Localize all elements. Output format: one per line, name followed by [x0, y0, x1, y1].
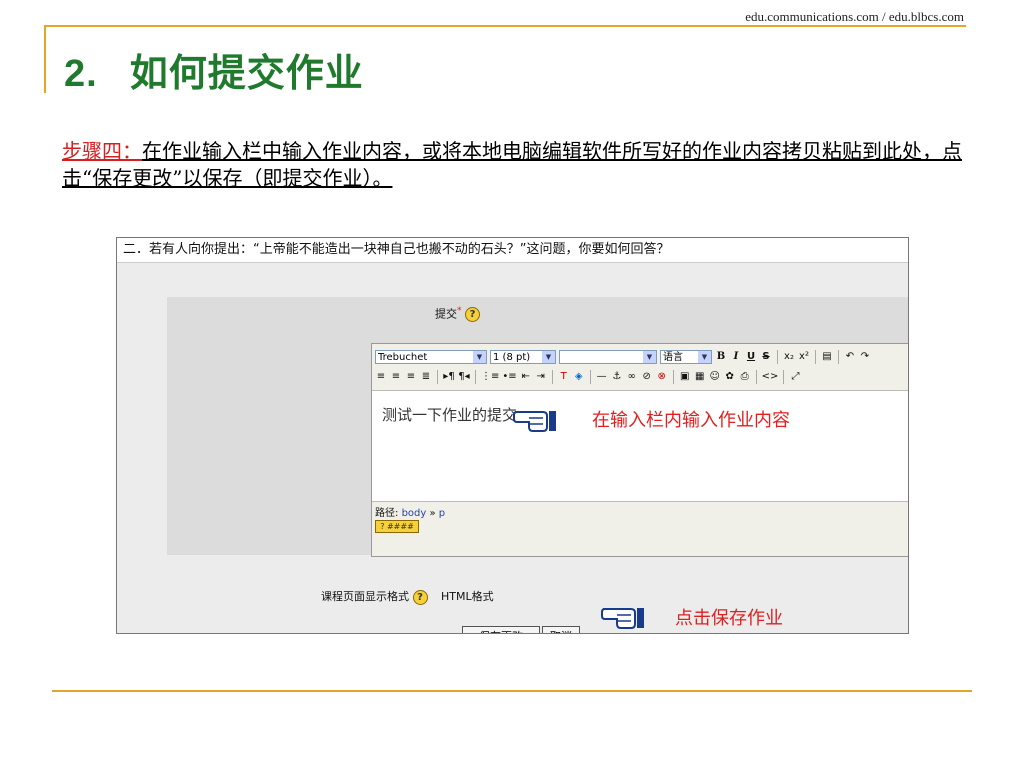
superscript-button[interactable]: x²: [798, 350, 810, 364]
size-select-value: 1 (8 pt): [493, 352, 531, 363]
chevron-down-icon: ▼: [542, 351, 555, 363]
editor-toolbar-row-2: ≡ ≡ ≡ ≣ ▸¶ ¶◂ ⋮≡ •≡ ⇤ ⇥ T ◈ — ⚓ ∞ ⊘ ⊗ ▣ …: [375, 368, 801, 386]
path-body-link[interactable]: body: [402, 508, 427, 519]
fullscreen-icon[interactable]: ⤢: [789, 370, 801, 384]
align-left-icon[interactable]: ≡: [375, 370, 387, 384]
search-replace-icon[interactable]: ⎙: [739, 370, 751, 384]
step-heading: 步骤四：: [62, 139, 142, 163]
footer-rule: [52, 690, 972, 692]
image-icon[interactable]: ▣: [679, 370, 691, 384]
html-editor: Trebuchet ▼ 1 (8 pt) ▼ ▼ 语言 ▼ B I U S x₂ x²…: [371, 343, 908, 557]
format-select[interactable]: ▼: [559, 350, 657, 364]
toolbar-separator: [815, 350, 816, 364]
input-annotation: 在输入栏内输入作业内容: [592, 410, 790, 431]
submit-label-text: 提交: [435, 307, 457, 321]
unordered-list-icon[interactable]: •≡: [502, 370, 516, 384]
bg-color-icon[interactable]: ◈: [573, 370, 585, 384]
underline-button[interactable]: U: [745, 350, 757, 364]
form-band: 提交* ? Trebuchet ▼ 1 (8 pt) ▼ ▼ 语言 ▼ B I U S…: [117, 263, 908, 633]
table-icon[interactable]: ▦: [694, 370, 706, 384]
text-color-icon[interactable]: T: [558, 370, 570, 384]
header-accent-bar: [44, 25, 46, 93]
submit-label: 提交* ?: [435, 305, 481, 323]
assignment-screenshot: 二．若有人向你提出：“上帝能不能造出一块神自己也搬不动的石头？”这问题，你要如何…: [116, 237, 909, 634]
size-select[interactable]: 1 (8 pt) ▼: [490, 350, 556, 364]
special-char-icon[interactable]: ✿: [724, 370, 736, 384]
toolbar-separator: [838, 350, 839, 364]
font-select-value: Trebuchet: [378, 352, 428, 363]
indent-icon[interactable]: ⇥: [535, 370, 547, 384]
clean-word-icon[interactable]: ▤: [821, 350, 833, 364]
chevron-down-icon: ▼: [698, 351, 711, 363]
chevron-down-icon: ▼: [473, 351, 486, 363]
save-button[interactable]: 保存更改: [462, 626, 540, 633]
content-text: 测试一下作业的提交: [382, 406, 518, 424]
save-annotation: 点击保存作业: [675, 608, 783, 629]
strikethrough-button[interactable]: S: [760, 350, 772, 364]
pointing-hand-icon: [513, 411, 556, 432]
outdent-icon[interactable]: ⇤: [520, 370, 532, 384]
anchor-icon[interactable]: ⚓: [611, 370, 623, 384]
toolbar-separator: [783, 370, 785, 384]
toolbar-separator: [755, 370, 757, 384]
align-center-icon[interactable]: ≡: [390, 370, 402, 384]
html-source-button[interactable]: <>: [762, 370, 779, 384]
bold-button[interactable]: B: [715, 350, 727, 364]
redo-button[interactable]: ↷: [859, 350, 871, 364]
question-text: 二．若有人向你提出：“上帝能不能造出一块神自己也搬不动的石头？”这问题，你要如何…: [117, 238, 908, 263]
header-rule: [44, 25, 966, 27]
help-icon[interactable]: ?: [465, 307, 481, 323]
horizontal-rule-icon[interactable]: —: [596, 370, 608, 384]
align-right-icon[interactable]: ≡: [405, 370, 417, 384]
slide-number: 2.: [64, 53, 98, 95]
path-label: 路径:: [375, 508, 399, 519]
language-select-value: 语言: [663, 352, 683, 363]
keyboard-help-icon[interactable]: ? ####: [375, 520, 419, 533]
step-text: 在作业输入栏中输入作业内容，或将本地电脑编辑软件所写好的作业内容拷贝粘贴到此处，…: [62, 139, 962, 190]
slide-title: 2. 如何提交作业: [64, 42, 364, 97]
ltr-icon[interactable]: ▸¶: [443, 370, 455, 384]
editor-toolbar-row-1: Trebuchet ▼ 1 (8 pt) ▼ ▼ 语言 ▼ B I U S x₂ x²…: [375, 348, 871, 366]
format-row: 课程页面显示格式 ? HTML格式: [321, 588, 494, 605]
smiley-icon[interactable]: ☺: [709, 370, 721, 384]
source-url: edu.communications.com / edu.blbcs.com: [745, 9, 964, 24]
format-label: 课程页面显示格式: [321, 590, 409, 603]
nolink-icon[interactable]: ⊗: [656, 370, 668, 384]
chevron-down-icon: ▼: [643, 351, 656, 363]
toolbar-separator: [777, 350, 778, 364]
italic-button[interactable]: I: [730, 350, 742, 364]
toolbar-separator: [437, 370, 438, 384]
font-select[interactable]: Trebuchet ▼: [375, 350, 487, 364]
toolbar-separator: [551, 370, 553, 384]
align-justify-icon[interactable]: ≣: [420, 370, 432, 384]
ordered-list-icon[interactable]: ⋮≡: [481, 370, 499, 384]
element-path: 路径: body » p: [375, 504, 445, 519]
rtl-icon[interactable]: ¶◂: [458, 370, 470, 384]
link-icon[interactable]: ∞: [626, 370, 638, 384]
cancel-button[interactable]: 取消: [542, 626, 580, 633]
subscript-button[interactable]: x₂: [783, 350, 795, 364]
path-p-link[interactable]: p: [439, 508, 445, 519]
toolbar-separator: [589, 370, 591, 384]
toolbar-separator: [475, 370, 476, 384]
help-icon[interactable]: ?: [412, 589, 428, 605]
format-value: HTML格式: [441, 590, 494, 603]
slide-title-text: 如何提交作业: [129, 51, 364, 95]
required-mark: *: [457, 305, 462, 316]
language-select[interactable]: 语言 ▼: [660, 350, 712, 364]
undo-button[interactable]: ↶: [844, 350, 856, 364]
unlink-icon[interactable]: ⊘: [641, 370, 653, 384]
toolbar-separator: [672, 370, 674, 384]
pointing-hand-icon: [601, 608, 644, 629]
path-separator: »: [429, 508, 436, 519]
step-instruction: 步骤四：在作业输入栏中输入作业内容，或将本地电脑编辑软件所写好的作业内容拷贝粘贴…: [62, 138, 962, 192]
